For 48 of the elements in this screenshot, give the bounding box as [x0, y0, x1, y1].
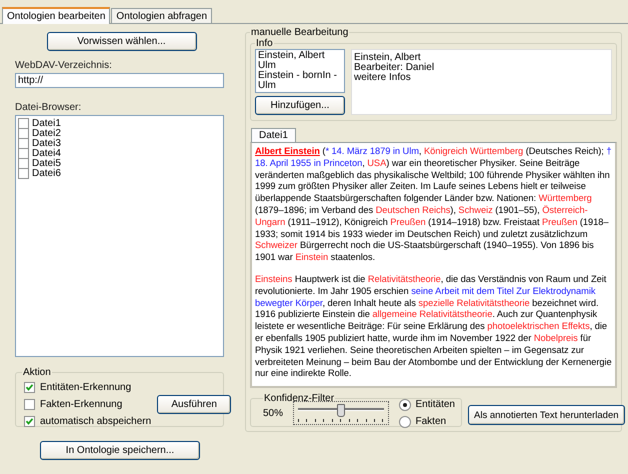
detail-line: Einstein, Albert: [354, 53, 421, 63]
list-item[interactable]: Einstein, Albert: [258, 51, 342, 61]
checkbox[interactable]: [18, 138, 29, 148]
checkbox[interactable]: [18, 158, 29, 168]
choose-prior-knowledge-button[interactable]: Vorwissen wählen...: [46, 32, 196, 51]
detail-line: weitere Infos: [354, 73, 412, 83]
file-name[interactable]: Datei6: [32, 168, 61, 178]
slider-thumb[interactable]: [336, 404, 345, 417]
checkbox-label[interactable]: Entitäten-Erkennung: [40, 382, 132, 392]
confidence-slider[interactable]: [293, 401, 389, 425]
field-label: Datei-Browser:: [15, 102, 82, 113]
file-name[interactable]: Datei4: [32, 148, 61, 158]
tab[interactable]: Ontologien abfragen: [111, 8, 212, 23]
radio-label[interactable]: Entitäten: [416, 399, 455, 410]
checkbox[interactable]: [24, 416, 35, 426]
group-title: Info: [255, 38, 274, 49]
radio-button[interactable]: [398, 398, 411, 410]
checkbox[interactable]: [18, 168, 29, 178]
field-label: WebDAV-Verzeichnis:: [15, 60, 113, 71]
annotated-paragraph: Einsteins Hauptwerk ist die Relativitätstheorie, die das Verständnis von Raum und Zeit revolutionierte. Im Jahr 1905 erschien seine Arbeit mit dem Titel Zur Elektrodynamik bewegter Körper, deren Inhalt heute als spezielle Relativitätstheorie bezeichnet wird. 1916 publizierte Einstein die allgemeine Relativitätstheorie. Auch zur Quantenphysik leistete er wesentliche Beiträge: Für seine Erklärung des photoelektrischen Effekts, die er ebenfalls 1905 publiziert hatte, wurde ihm im November 1922 der Nobelpreis für Physik 1921 verliehen. Seine theoretischen Arbeiten spielten – im Gegensatz zur verbreiteten Meinung – beim Bau der Atombombe und der Entwicklung der Kernenergie nur eine indirekte Rolle.: [255, 274, 612, 380]
webdav-field[interactable]: http://: [15, 73, 224, 88]
checkbox[interactable]: [24, 398, 35, 410]
add-button[interactable]: Hinzufügen...: [255, 96, 345, 115]
list-item[interactable]: Ulm: [258, 61, 342, 71]
radio-button[interactable]: [398, 416, 411, 428]
file-name[interactable]: Datei3: [32, 138, 61, 148]
run-button[interactable]: Ausführen: [157, 394, 232, 414]
group-title: Aktion: [22, 367, 52, 378]
file-name[interactable]: Datei1: [32, 118, 61, 128]
checkbox[interactable]: [18, 128, 29, 138]
file-name[interactable]: Datei2: [32, 128, 61, 138]
checkbox[interactable]: [24, 382, 35, 392]
annotated-paragraph: Albert Einstein (* 14. März 1879 in Ulm, Königreich Württemberg (Deutsches Reich); † 18. April 1955 in Princeton, USA) war ein theoretischer Physiker. Seine Beiträge veränderten maßgeblich das physikalische Weltbild; 100 führende Physiker wählten ihn 1999 zum größten Physiker aller Zeiten. Im Laufe seines Lebens hielt er teilweise überlappende Staatsbürgerschaften folgender Länder bzw. Nationen: Württemberg (1879–1896; im Verband des Deutschen Reichs), Schweiz (1901–55), Österreich-Ungarn (1911–1912), Königreich Preußen (1914–1918) bzw. Freistaat Preußen (1918–1933; somit 1914 bis 1933 wieder im Deutschen Reich) und zuletzt zusätzlichzum Schweizer Bürgerrecht noch die US-Staatsbürgerschaft (1940–1955). Von 1896 bis 1901 war Einstein staatenlos.: [255, 146, 612, 264]
list-item[interactable]: Einstein - bornIn - Ulm: [258, 71, 342, 91]
document-tab[interactable]: Datei1: [251, 128, 296, 142]
checkbox-label[interactable]: automatisch abspeichern: [40, 416, 152, 426]
save-to-ontology-button[interactable]: In Ontologie speichern...: [40, 441, 200, 460]
confidence-reading: 50%: [263, 408, 284, 418]
download-button[interactable]: Als annotierten Text herunterladen: [468, 405, 625, 425]
tab[interactable]: Ontologien bearbeiten: [2, 7, 110, 24]
group-title: Konfidenz-Filter: [263, 393, 336, 404]
detail-line: Bearbeiter: Daniel: [354, 63, 436, 73]
file-name[interactable]: Datei5: [32, 158, 61, 168]
group-title: manuelle Bearbeitung: [250, 27, 350, 38]
checkbox[interactable]: [18, 148, 29, 158]
checkbox-label[interactable]: Fakten-Erkennung: [40, 398, 122, 410]
checkbox[interactable]: [18, 118, 29, 128]
radio-label[interactable]: Fakten: [416, 416, 446, 427]
